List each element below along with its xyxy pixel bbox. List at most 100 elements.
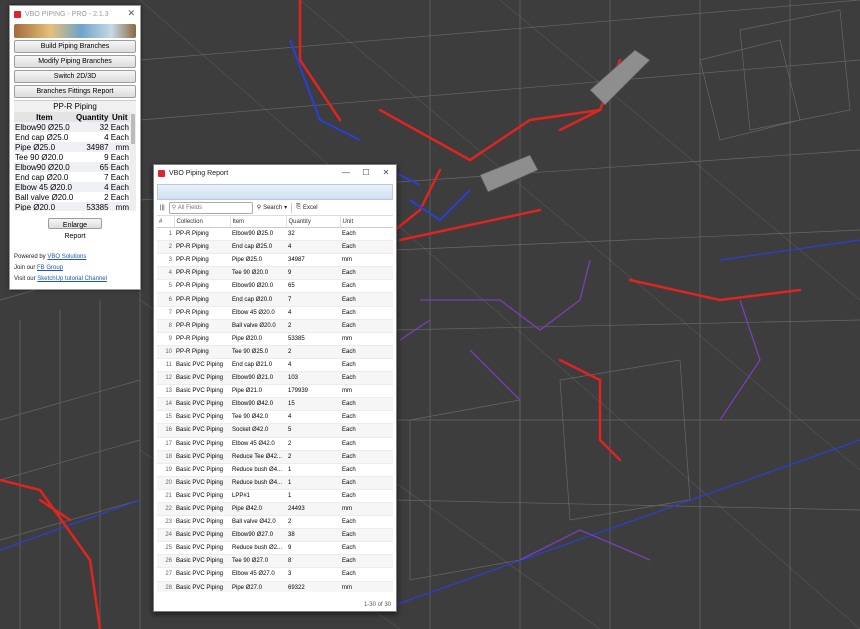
cell-unit: Each [340, 397, 393, 412]
report-title: VBO Piping Report [169, 169, 229, 177]
build-piping-branches-button[interactable]: Build Piping Branches [14, 40, 136, 53]
pagination-status: 1-30 of 30 [363, 602, 391, 608]
cell-quantity: 2 [286, 450, 340, 464]
columns-icon[interactable]: ||| [160, 205, 165, 211]
visit-text: Visit our [14, 276, 38, 282]
cell-quantity: 9 [286, 266, 340, 281]
enlarge-report-button[interactable]: Enlarge Report [48, 218, 102, 240]
table-row[interactable]: 23 Basic PVC Piping Ball valve Ø42.0 2 Each [157, 515, 393, 530]
fb-group-link[interactable]: FB Group [37, 265, 63, 271]
table-row[interactable]: 15 Basic PVC Piping Tee 90 Ø42.0 4 Each [157, 410, 393, 425]
vbo-solutions-link[interactable]: VBO Solutions [47, 254, 86, 260]
table-row[interactable]: 4 PP-R Piping Tee 90 Ø20.0 9 Each [157, 266, 393, 281]
table-row[interactable]: 10 PP-R Piping Tee 90 Ø25.0 2 Each [157, 345, 393, 359]
search-button[interactable]: ⚲ Search ▾ [257, 204, 288, 212]
column-header-unit[interactable]: Unit [340, 216, 393, 228]
cell-item: Reduce Tee Ø42... [230, 450, 286, 464]
table-row[interactable]: 7 PP-R Piping Elbow 45 Ø20.0 4 Each [157, 306, 393, 320]
cell-quantity: 65 [74, 162, 110, 172]
close-icon[interactable]: ✕ [376, 165, 396, 181]
panel-titlebar[interactable]: VBO PIPING - PRO - 2.1.3 ✕ [10, 6, 140, 22]
cell-unit: Each [340, 292, 393, 307]
column-header-item: Item [14, 112, 75, 122]
table-row[interactable]: 17 Basic PVC Piping Elbow 45 Ø42.0 2 Each [157, 437, 393, 451]
cell-unit: Each [110, 192, 129, 202]
cell-quantity: 9 [104, 152, 109, 162]
cell-collection: PP-R Piping [174, 240, 230, 255]
table-row[interactable]: 22 Basic PVC Piping Pipe Ø42.0 24493 mm [157, 502, 393, 517]
maximize-icon[interactable]: ☐ [356, 165, 376, 181]
branches-fittings-report-button[interactable]: Branches Fittings Report [14, 85, 136, 98]
cell-quantity: 69322 [286, 581, 340, 592]
table-row[interactable]: 6 PP-R Piping End cap Ø20.0 7 Each [157, 292, 393, 307]
cell-row-number: 13 [157, 384, 174, 399]
cell-collection: PP-R Piping [174, 332, 230, 346]
column-header-collection[interactable]: Collection [174, 216, 231, 228]
cell-unit: Each [340, 554, 393, 569]
cell-quantity: 7 [286, 292, 340, 307]
cell-item: Elbow90 Ø25.0 [230, 227, 286, 242]
column-header-item[interactable]: Item [230, 216, 287, 228]
column-header-quantity[interactable]: Quantity [286, 216, 341, 228]
cell-item: End cap Ø21.0 [230, 358, 286, 373]
cell-item: Pipe Ø27.0 [230, 581, 286, 592]
table-row[interactable]: 1 PP-R Piping Elbow90 Ø25.0 32 Each [157, 227, 393, 242]
table-row[interactable]: 19 Basic PVC Piping Reduce bush Ø4... 1 Each [157, 463, 393, 477]
cell-row-number: 12 [157, 371, 174, 386]
minimize-icon[interactable]: — [336, 165, 356, 181]
switch-2d-3d-button[interactable]: Switch 2D/3D [14, 70, 136, 83]
close-icon[interactable]: ✕ [127, 8, 135, 19]
sketchup-channel-link[interactable]: SketchUp tutorial Channel [37, 276, 107, 282]
table-row[interactable]: 13 Basic PVC Piping Pipe Ø21.0 179939 mm [157, 384, 393, 399]
table-row[interactable]: 28 Basic PVC Piping Pipe Ø27.0 69322 mm [157, 581, 393, 592]
table-row[interactable]: 21 Basic PVC Piping LPP#1 1 Each [157, 489, 393, 503]
table-row[interactable]: 27 Basic PVC Piping Elbow 45 Ø27.0 3 Each [157, 567, 393, 582]
table-row[interactable]: 2 PP-R Piping End cap Ø25.0 4 Each [157, 240, 393, 255]
cell-item: Tee 90 Ø42.0 [230, 410, 286, 425]
search-input[interactable]: ⚲ All Fields [168, 201, 253, 214]
cell-row-number: 20 [157, 476, 174, 490]
excel-export-button[interactable]: ⎘ Excel [296, 204, 317, 211]
table-row[interactable]: 9 PP-R Piping Pipe Ø20.0 53385 mm [157, 332, 393, 346]
cell-quantity: 2 [286, 319, 340, 333]
cell-collection: Basic PVC Piping [174, 423, 230, 438]
cell-row-number: 24 [157, 528, 174, 543]
cell-collection: Basic PVC Piping [174, 437, 230, 451]
cell-unit: Each [340, 410, 393, 425]
table-row[interactable]: 3 PP-R Piping Pipe Ø25.0 34987 mm [157, 253, 393, 268]
cell-unit: Each [340, 319, 393, 333]
table-row[interactable]: 18 Basic PVC Piping Reduce Tee Ø42... 2 Each [157, 450, 393, 464]
table-row[interactable]: 26 Basic PVC Piping Tee 90 Ø27.0 8 Each [157, 554, 393, 569]
cell-row-number: 19 [157, 463, 174, 477]
cell-row-number: 21 [157, 489, 174, 503]
grid-header-row: # Collection Item Quantity Unit [157, 216, 393, 228]
cell-quantity: 3 [286, 567, 340, 582]
cell-item: Pipe Ø25.0 [230, 253, 286, 268]
cell-item: Elbow90 Ø27.0 [230, 528, 286, 543]
cell-row-number: 16 [157, 423, 174, 438]
cell-quantity: 1 [286, 463, 340, 477]
column-header-number[interactable]: # [157, 216, 175, 228]
report-titlebar[interactable]: VBO Piping Report — ☐ ✕ [154, 165, 396, 181]
table-row[interactable]: 16 Basic PVC Piping Socket Ø42.0 5 Each [157, 423, 393, 438]
panel-title: VBO PIPING - PRO - 2.1.3 [25, 10, 109, 18]
vbo-logo-icon [158, 169, 165, 177]
table-row[interactable]: 11 Basic PVC Piping End cap Ø21.0 4 Each [157, 358, 393, 373]
cell-collection: PP-R Piping [174, 253, 230, 268]
modify-piping-branches-button[interactable]: Modify Piping Branches [14, 55, 136, 68]
table-row[interactable]: 5 PP-R Piping Elbow90 Ø20.0 65 Each [157, 279, 393, 294]
table-row[interactable]: 12 Basic PVC Piping Elbow90 Ø21.0 103 Each [157, 371, 393, 386]
scrollbar-thumb[interactable] [131, 114, 135, 144]
table-row[interactable]: 25 Basic PVC Piping Reduce bush Ø2... 9 Each [157, 541, 393, 556]
cell-unit: mm [340, 384, 393, 399]
table-row[interactable]: 20 Basic PVC Piping Reduce bush Ø4... 1 Each [157, 476, 393, 490]
table-row[interactable]: 14 Basic PVC Piping Elbow90 Ø42.0 15 Each [157, 397, 393, 412]
cell-collection: Basic PVC Piping [174, 358, 230, 373]
cell-item: Elbow90 Ø20.0 [230, 279, 286, 294]
cell-item: Ball valve Ø20.0 [15, 192, 74, 202]
chevron-down-icon: ▾ [284, 205, 288, 211]
table-row: Tee 90 Ø20.0 9 Each [14, 152, 130, 162]
table-row[interactable]: 8 PP-R Piping Ball valve Ø20.0 2 Each [157, 319, 393, 333]
table-row[interactable]: 24 Basic PVC Piping Elbow90 Ø27.0 38 Each [157, 528, 393, 543]
table-scrollbar[interactable] [130, 112, 136, 211]
